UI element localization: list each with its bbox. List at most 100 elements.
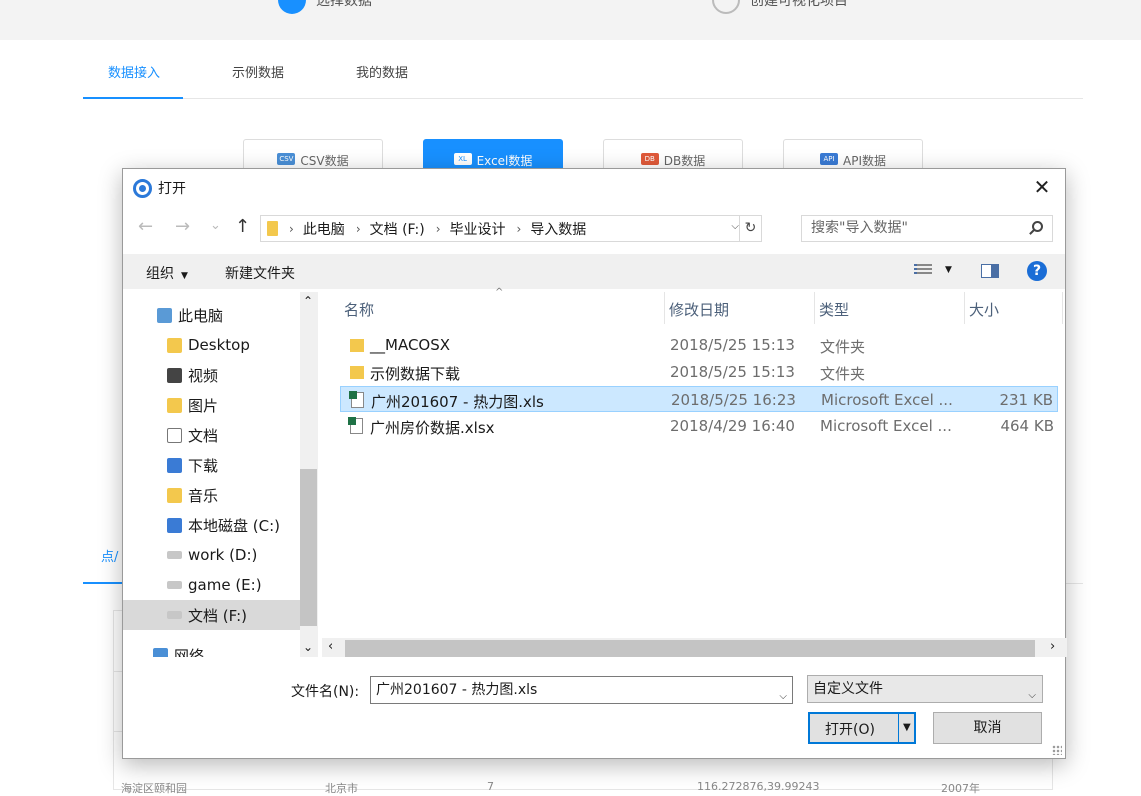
step-select-data: 选择数据 <box>278 0 372 14</box>
chevron-right-icon: › <box>356 222 361 236</box>
tree-item-drive-c[interactable]: 本地磁盘 (C:) <box>123 510 300 540</box>
tree-item-drive-f[interactable]: 文档 (F:) <box>123 600 300 630</box>
chevron-down-icon[interactable]: ⌵ <box>731 221 739 232</box>
tree-item-pictures[interactable]: 图片 <box>123 390 300 420</box>
pictures-folder-icon <box>167 398 182 413</box>
navigation-bar: ← → ⌄ ↑ › 此电脑 › 文档 (F:) › 毕业设计 › 导入数据 ⌵ … <box>123 211 1065 247</box>
csv-icon: CSV <box>277 153 295 165</box>
table-cell: 116.272876,39.99243 <box>697 780 819 793</box>
chevron-down-icon: ⌵ <box>1028 683 1036 709</box>
active-tab-underline <box>83 582 123 584</box>
column-header-name[interactable]: ^ 名称 <box>340 292 665 324</box>
tree-item-desktop[interactable]: Desktop <box>123 330 300 360</box>
file-row[interactable]: __MACOSX 2018/5/25 15:13 文件夹 <box>340 332 1058 358</box>
tab-sample-data[interactable]: 示例数据 <box>232 62 284 81</box>
tree-item-network[interactable]: 网络 <box>123 640 300 657</box>
tree-item-videos[interactable]: 视频 <box>123 360 300 390</box>
table-cell: 2007年 <box>941 780 980 796</box>
folder-icon <box>267 221 278 236</box>
documents-folder-icon <box>167 428 182 443</box>
folder-icon <box>167 338 182 353</box>
recent-locations-icon[interactable]: ⌄ <box>210 218 221 233</box>
chevron-right-icon: › <box>289 222 294 236</box>
step-create-project: 创建可视化项目 <box>712 0 848 14</box>
help-icon[interactable]: ? <box>1027 261 1047 281</box>
data-tabs: 数据接入 示例数据 我的数据 <box>83 40 1083 99</box>
file-row[interactable]: 广州房价数据.xlsx 2018/4/29 16:40 Microsoft Ex… <box>340 413 1058 439</box>
drive-icon <box>167 611 182 619</box>
tree-item-drive-d[interactable]: work (D:) <box>123 540 300 570</box>
music-folder-icon <box>167 488 182 503</box>
step-inactive-icon <box>712 0 740 14</box>
folder-icon <box>350 339 364 352</box>
cancel-button[interactable]: 取消 <box>933 712 1042 744</box>
horizontal-scrollbar-thumb[interactable] <box>345 640 1035 657</box>
search-input[interactable]: 搜索"导入数据" <box>801 215 1053 242</box>
breadcrumb-item[interactable]: 此电脑 <box>303 219 345 239</box>
system-drive-icon <box>167 518 182 533</box>
breadcrumb-item[interactable]: 毕业设计 <box>450 219 506 239</box>
scroll-up-icon[interactable]: ⌃ <box>303 294 313 308</box>
forward-arrow-icon[interactable]: → <box>175 216 190 237</box>
split-divider <box>898 714 899 742</box>
chrome-icon <box>133 179 152 198</box>
tab-my-data[interactable]: 我的数据 <box>356 62 408 81</box>
tree-item-documents[interactable]: 文档 <box>123 420 300 450</box>
tree-item-drive-e[interactable]: game (E:) <box>123 570 300 600</box>
open-button[interactable]: 打开(O) ▼ <box>808 712 916 744</box>
file-list: ^ 名称 修改日期 类型 大小 __MACOSX 2018/5/25 15:13… <box>340 292 1063 638</box>
scroll-left-icon[interactable]: ‹ <box>328 639 333 654</box>
breadcrumb-item[interactable]: 导入数据 <box>530 219 586 239</box>
sort-ascending-icon: ^ <box>495 287 503 298</box>
preview-pane-icon[interactable] <box>981 264 999 278</box>
drive-icon <box>167 581 182 589</box>
step-header: 选择数据 创建可视化项目 <box>0 0 1141 40</box>
up-arrow-icon[interactable]: ↑ <box>235 216 250 237</box>
table-cell: 7 <box>487 780 494 793</box>
folder-icon <box>350 366 364 379</box>
column-header-size[interactable]: 大小 <box>965 292 1063 324</box>
tree-item-downloads[interactable]: 下载 <box>123 450 300 480</box>
tree-item-this-pc[interactable]: 此电脑 <box>123 300 300 330</box>
tree-scrollbar-thumb[interactable] <box>300 469 317 626</box>
bg-section-tab[interactable]: 点/ <box>101 546 118 565</box>
scroll-right-icon[interactable]: › <box>1050 639 1055 654</box>
caret-down-icon[interactable]: ▼ <box>945 265 952 275</box>
view-options-icon[interactable] <box>914 264 932 278</box>
chevron-down-icon[interactable]: ⌵ <box>779 684 787 710</box>
command-toolbar: 组织▼ 新建文件夹 ▼ ? <box>123 254 1065 289</box>
network-icon <box>153 648 168 658</box>
tree-item-music[interactable]: 音乐 <box>123 480 300 510</box>
file-row-selected[interactable]: 广州201607 - 热力图.xls 2018/5/25 16:23 Micro… <box>340 386 1058 412</box>
filetype-select[interactable]: 自定义文件 ⌵ <box>807 675 1043 703</box>
active-tab-underline <box>83 97 183 99</box>
excel-file-icon <box>351 392 364 408</box>
close-button[interactable]: ✕ <box>1019 169 1065 205</box>
navigation-tree: 此电脑 Desktop 视频 图片 文档 下载 音乐 本地磁盘 (C:) wor… <box>123 292 300 657</box>
chevron-right-icon: › <box>517 222 522 236</box>
column-header-type[interactable]: 类型 <box>815 292 965 324</box>
organize-button[interactable]: 组织▼ <box>146 263 188 283</box>
refresh-icon[interactable]: ↻ <box>739 216 761 241</box>
excel-icon: XL <box>454 153 472 165</box>
video-folder-icon <box>167 368 182 383</box>
computer-icon <box>157 308 172 323</box>
breadcrumb-item[interactable]: 文档 (F:) <box>370 219 425 239</box>
downloads-folder-icon <box>167 458 182 473</box>
dialog-titlebar[interactable]: 打开 ✕ <box>123 169 1065 205</box>
tab-data-import[interactable]: 数据接入 <box>108 62 160 81</box>
new-folder-button[interactable]: 新建文件夹 <box>225 263 295 283</box>
filename-input[interactable]: 广州201607 - 热力图.xls ⌵ <box>370 676 793 704</box>
address-bar[interactable]: › 此电脑 › 文档 (F:) › 毕业设计 › 导入数据 ⌵ ↻ <box>260 215 762 242</box>
search-icon <box>1032 221 1043 232</box>
caret-down-icon: ▼ <box>181 271 188 281</box>
back-arrow-icon[interactable]: ← <box>138 216 153 237</box>
breadcrumb: › 此电脑 › 文档 (F:) › 毕业设计 › 导入数据 <box>278 219 586 239</box>
file-row[interactable]: 示例数据下载 2018/5/25 15:13 文件夹 <box>340 359 1058 385</box>
resize-grip-icon[interactable] <box>1052 745 1062 755</box>
scroll-down-icon[interactable]: ⌄ <box>303 640 313 654</box>
caret-down-icon[interactable]: ▼ <box>903 722 911 733</box>
step-active-icon <box>278 0 306 14</box>
column-header-date[interactable]: 修改日期 <box>665 292 815 324</box>
table-cell: 北京市 <box>325 780 358 796</box>
